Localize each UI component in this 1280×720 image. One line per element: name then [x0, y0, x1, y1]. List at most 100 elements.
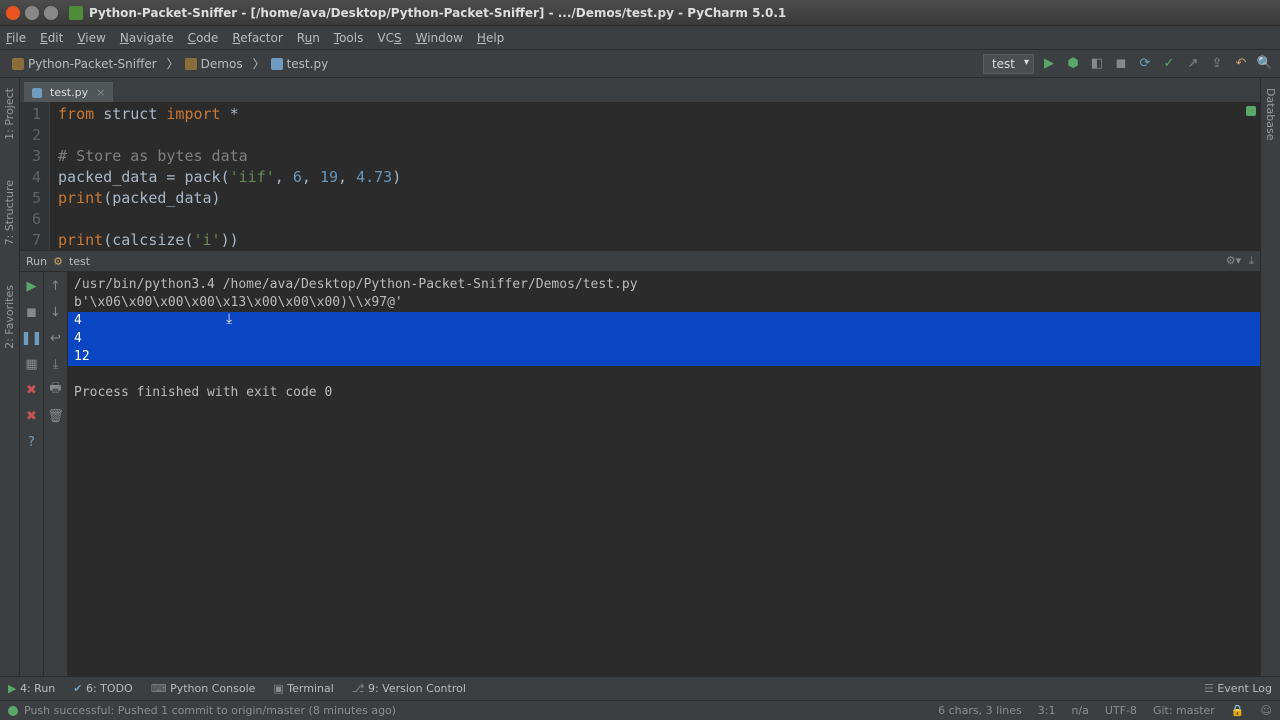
search-icon[interactable]: 🔍 — [1256, 55, 1274, 73]
soft-wrap-icon[interactable]: ↩ — [48, 330, 64, 346]
dump-threads-icon[interactable]: ▦ — [24, 356, 40, 372]
folder-icon — [12, 58, 24, 70]
menu-vcs[interactable]: VCS — [377, 31, 401, 45]
menu-edit[interactable]: Edit — [40, 31, 63, 45]
tool-structure[interactable]: 7: Structure — [3, 180, 16, 245]
rerun-icon[interactable]: ▶ — [24, 278, 40, 294]
scroll-to-end-icon[interactable]: ⤓ — [48, 356, 64, 372]
update-project-icon[interactable]: ⟳ — [1136, 55, 1154, 73]
vcs-history-icon[interactable]: ↗ — [1184, 55, 1202, 73]
tool-database[interactable]: Database — [1264, 88, 1277, 141]
menu-window[interactable]: Window — [416, 31, 463, 45]
window-minimize-icon[interactable] — [25, 6, 39, 20]
print-icon[interactable]: 🖶 — [48, 382, 64, 398]
push-icon[interactable]: ⇪ — [1208, 55, 1226, 73]
code-text: packed_data = pack( — [58, 168, 230, 186]
status-position: 3:1 — [1038, 704, 1056, 717]
breadcrumb-label: test.py — [287, 57, 329, 71]
left-tool-strip: 1: Project 7: Structure 2: Favorites — [0, 78, 20, 676]
status-encoding[interactable]: UTF-8 — [1105, 704, 1137, 717]
string: 'i' — [194, 231, 221, 249]
tool-favorites[interactable]: 2: Favorites — [3, 285, 16, 349]
breadcrumb-project[interactable]: Python-Packet-Sniffer — [6, 55, 163, 73]
run-config-icon: ⚙ — [53, 255, 63, 268]
clear-icon[interactable]: 🗑 — [48, 408, 64, 424]
string: 'iif' — [230, 168, 275, 186]
line-number: 2 — [32, 125, 41, 146]
tab-label: test.py — [50, 86, 88, 99]
close-icon[interactable]: × — [96, 86, 105, 99]
menubar: File Edit View Navigate Code Refactor Ru… — [0, 26, 1280, 50]
tab-test-py[interactable]: test.py × — [24, 82, 113, 102]
coverage-icon[interactable]: ◧ — [1088, 55, 1106, 73]
menu-tools[interactable]: Tools — [334, 31, 364, 45]
console-line-selected: 4 — [68, 330, 1260, 348]
console-line: b'\x06\x00\x00\x00\x13\x00\x00\x00)\\x97… — [74, 294, 1254, 312]
code-content[interactable]: from struct import * # Store as bytes da… — [50, 102, 409, 250]
main-area: test.py × 1 2 3 4 5 6 7 from struct impo… — [20, 78, 1260, 676]
status-message: Push successful: Pushed 1 commit to orig… — [24, 704, 396, 717]
chevron-right-icon: 〉 — [253, 55, 265, 72]
event-log[interactable]: ☰ Event Log — [1204, 682, 1272, 695]
status-git-branch[interactable]: Git: master — [1153, 704, 1215, 717]
identifier: struct — [103, 105, 157, 123]
tool-run[interactable]: ▶ 4: Run — [8, 682, 55, 695]
up-icon[interactable]: ↑ — [48, 278, 64, 294]
breadcrumb-demos[interactable]: Demos — [179, 55, 249, 73]
run-config-selector[interactable]: test — [983, 54, 1034, 74]
gear-icon[interactable]: ⚙▾ — [1226, 254, 1241, 268]
menu-code[interactable]: Code — [188, 31, 219, 45]
pause-icon[interactable]: ❚❚ — [24, 330, 40, 346]
builtin: print — [58, 231, 103, 249]
revert-icon[interactable]: ↶ — [1232, 55, 1250, 73]
hector-icon[interactable]: ☺ — [1261, 704, 1272, 717]
bottom-tool-strip: ▶ 4: Run ✔ 6: TODO ⌨ Python Console ▣ Te… — [0, 676, 1280, 700]
run-panel-body: ▶ ◼ ❚❚ ▦ ✖ ✖ ? ↑ ↓ ↩ ⤓ 🖶 🗑 /usr/bin/pyth… — [20, 272, 1260, 676]
console-line: /usr/bin/python3.4 /home/ava/Desktop/Pyt… — [74, 276, 1254, 294]
number: 6 — [293, 168, 302, 186]
tool-terminal[interactable]: ▣ Terminal — [273, 682, 333, 695]
line-number: 5 — [32, 188, 41, 209]
window-maximize-icon[interactable] — [44, 6, 58, 20]
menu-refactor[interactable]: Refactor — [232, 31, 282, 45]
code-editor[interactable]: 1 2 3 4 5 6 7 from struct import * # Sto… — [20, 102, 1260, 250]
line-number: 7 — [32, 230, 41, 251]
lock-icon[interactable]: 🔒 — [1231, 704, 1245, 717]
breadcrumb-file[interactable]: test.py — [265, 55, 335, 73]
window-title: Python-Packet-Sniffer - [/home/ava/Deskt… — [89, 6, 786, 20]
status-insert: n/a — [1071, 704, 1088, 717]
run-toolbar-secondary: ↑ ↓ ↩ ⤓ 🖶 🗑 — [44, 272, 68, 676]
menu-navigate[interactable]: Navigate — [120, 31, 174, 45]
debug-button-icon[interactable]: ⬢ — [1064, 55, 1082, 73]
stop-icon[interactable]: ◼ — [1112, 55, 1130, 73]
pin-icon[interactable]: ⤓ — [1249, 254, 1254, 268]
commit-icon[interactable]: ✓ — [1160, 55, 1178, 73]
window-close-icon[interactable] — [6, 6, 20, 20]
right-tool-strip: Database — [1260, 78, 1280, 676]
console-line-selected: 4 — [68, 312, 1260, 330]
down-icon[interactable]: ↓ — [48, 304, 64, 320]
console-output[interactable]: /usr/bin/python3.4 /home/ava/Desktop/Pyt… — [68, 272, 1260, 676]
tool-python-console[interactable]: ⌨ Python Console — [151, 682, 256, 695]
close-icon[interactable]: ✖ — [24, 408, 40, 424]
menu-file[interactable]: File — [6, 31, 26, 45]
run-config-label: test — [992, 57, 1015, 71]
tool-version-control[interactable]: ⎇ 9: Version Control — [352, 682, 466, 695]
breadcrumb-label: Demos — [201, 57, 243, 71]
number: 19 — [320, 168, 338, 186]
stop-icon[interactable]: ◼ — [24, 304, 40, 320]
menu-run[interactable]: Run — [297, 31, 320, 45]
tool-todo[interactable]: ✔ 6: TODO — [73, 682, 132, 695]
exit-icon[interactable]: ✖ — [24, 382, 40, 398]
folder-icon — [185, 58, 197, 70]
status-ok-icon — [8, 706, 18, 716]
run-button-icon[interactable]: ▶ — [1040, 55, 1058, 73]
menu-view[interactable]: View — [77, 31, 105, 45]
tool-project[interactable]: 1: Project — [3, 88, 16, 140]
help-icon[interactable]: ? — [24, 434, 40, 450]
console-line-selected: 12 — [68, 348, 1260, 366]
app-icon — [69, 6, 83, 20]
run-panel-title: Run — [26, 255, 47, 268]
menu-help[interactable]: Help — [477, 31, 504, 45]
inspection-ok-icon — [1246, 106, 1256, 116]
